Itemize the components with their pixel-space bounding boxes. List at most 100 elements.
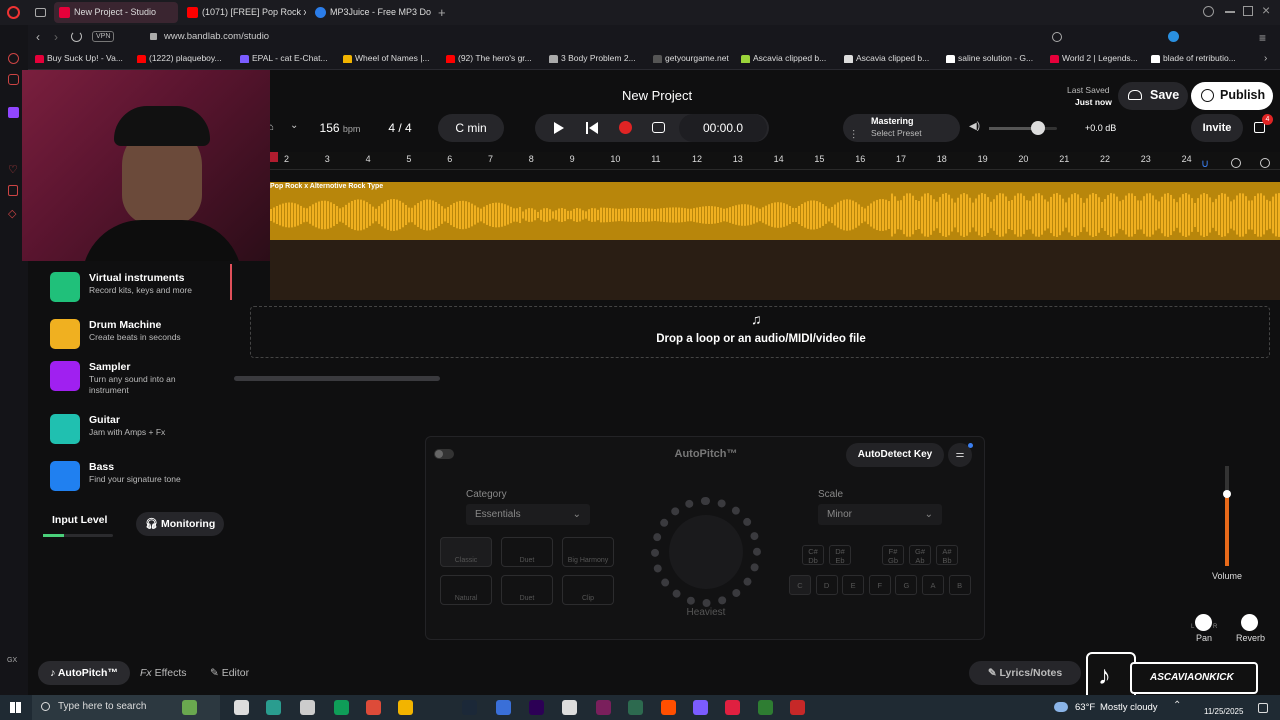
reload-icon[interactable] <box>71 31 82 42</box>
instrument-item[interactable]: Bass Find your signature tone <box>50 457 230 497</box>
save-button[interactable]: Save <box>1118 82 1188 110</box>
tab-youtube[interactable]: (1071) [FREE] Pop Rock x <box>182 2 306 23</box>
loop-button[interactable] <box>652 122 665 133</box>
bookmark-item[interactable]: Wheel of Names |... <box>343 53 441 63</box>
maximize-icon[interactable] <box>1243 6 1253 16</box>
back-icon[interactable]: ‹ <box>36 30 40 44</box>
tab-autopitch[interactable]: ♪ AutoPitch™ <box>38 661 130 685</box>
bookmark-item[interactable]: Ascavia clipped b... <box>741 53 839 63</box>
notifications-icon[interactable] <box>1258 703 1268 713</box>
reverb-knob[interactable] <box>1241 614 1258 631</box>
instrument-item[interactable]: Virtual instruments Record kits, keys and… <box>50 268 230 308</box>
drop-zone[interactable]: ♫ Drop a loop or an audio/MIDI/video fil… <box>250 306 1270 358</box>
time-signature[interactable]: 4 / 4 <box>378 114 422 142</box>
taskbar-app-icon[interactable] <box>790 700 805 715</box>
key-button[interactable]: F <box>868 575 891 595</box>
sharp-key-button[interactable]: D# Eb <box>829 545 851 565</box>
empty-track-lane[interactable] <box>270 240 1280 300</box>
key-selector[interactable]: C min <box>438 114 504 142</box>
autodetect-key-button[interactable]: AutoDetect Key <box>846 443 944 467</box>
sharp-key-button[interactable]: F# Gb <box>882 545 904 565</box>
taskbar-app-icon[interactable] <box>562 700 577 715</box>
timeline-ruler[interactable]: 2 3 4 5 6 7 8 9 10 11 12 13 14 15 16 17 18 19 20 21 22 23 24 <box>268 152 1280 170</box>
taskbar-app-icon[interactable] <box>496 700 511 715</box>
tray-chevron-icon[interactable]: ⌃ <box>1173 700 1181 711</box>
scale-select[interactable]: Minor ⌄ <box>818 504 942 525</box>
record-button[interactable] <box>619 121 632 134</box>
horizontal-scrollbar[interactable] <box>234 376 440 381</box>
taskbar-app-icon[interactable] <box>266 700 281 715</box>
bookmark-item[interactable]: Ascavia clipped b... <box>844 53 941 63</box>
key-button[interactable]: D <box>815 575 838 595</box>
weather-desc[interactable]: Mostly cloudy <box>1100 702 1158 713</box>
invite-button[interactable]: Invite <box>1191 114 1243 142</box>
forward-icon[interactable]: › <box>54 30 58 44</box>
vpn-badge[interactable]: VPN <box>92 31 115 42</box>
instrument-item[interactable]: Drum Machine Create beats in seconds <box>50 315 230 355</box>
key-button[interactable]: A <box>922 575 944 595</box>
taskbar-app-icon[interactable] <box>366 700 381 715</box>
sharp-key-button[interactable]: C# Db <box>802 545 824 565</box>
tab-studio[interactable]: New Project - Studio <box>54 2 178 23</box>
taskbar-app-icon[interactable] <box>661 700 676 715</box>
bookmark-item[interactable]: getyourgame.net <box>653 53 736 63</box>
play-button[interactable] <box>554 122 564 134</box>
mastering-button[interactable]: ⫶ Mastering Select Preset <box>843 114 960 142</box>
history-icon[interactable] <box>8 185 18 196</box>
tab-editor[interactable]: ✎ Editor <box>210 667 249 679</box>
sharp-key-button[interactable]: G# Ab <box>909 545 931 565</box>
taskbar-app-icon[interactable] <box>398 700 413 715</box>
close-window-icon[interactable]: × <box>1262 2 1270 18</box>
taskbar-app-icon[interactable] <box>628 700 643 715</box>
audio-region[interactable]: Pop Rock x Alternotive Rock Type <box>270 182 1280 240</box>
taskbar-app-icon[interactable] <box>334 700 349 715</box>
key-button[interactable]: E <box>842 575 865 595</box>
twitch-icon[interactable] <box>8 107 19 118</box>
bookmark-item[interactable]: (92) The hero's gr... <box>446 53 544 63</box>
weather-temp[interactable]: 63°F <box>1075 702 1095 713</box>
opera-logo-icon[interactable] <box>7 6 20 19</box>
zoom-icon[interactable] <box>1052 32 1062 42</box>
preset-button[interactable]: Duet <box>501 537 553 567</box>
bpm-control[interactable]: 156 bpm <box>308 114 372 142</box>
category-select[interactable]: Essentials ⌄ <box>466 504 590 525</box>
preset-button[interactable]: Clip <box>562 575 614 605</box>
volume-fader[interactable] <box>1223 466 1231 566</box>
key-button[interactable]: C <box>789 575 811 595</box>
taskbar-app-icon[interactable] <box>693 700 708 715</box>
instagram-icon[interactable] <box>8 74 19 85</box>
instrument-item[interactable]: Guitar Jam with Amps + Fx <box>50 410 230 450</box>
speaker-icon[interactable]: ◀) <box>969 121 980 132</box>
instrument-item[interactable]: Sampler Turn any sound into an instrument <box>50 357 230 397</box>
key-button[interactable]: G <box>895 575 918 595</box>
taskbar-app-icon[interactable] <box>596 700 611 715</box>
bookmarks-more-icon[interactable]: › <box>1264 53 1267 64</box>
taskbar-app-icon[interactable] <box>462 700 477 715</box>
settings-icon[interactable]: ◇ <box>8 207 16 220</box>
extensions-icon[interactable] <box>1168 31 1179 42</box>
zoom-in-icon[interactable] <box>1260 158 1270 168</box>
master-volume-knob[interactable] <box>1030 121 1045 135</box>
bookmark-item[interactable]: Buy Suck Up! - Va... <box>35 53 132 63</box>
taskbar-app-icon[interactable] <box>529 700 544 715</box>
bookmark-item[interactable]: EPAL - cat E-Chat... <box>240 53 338 63</box>
taskbar-app-icon[interactable] <box>725 700 740 715</box>
tab-effects[interactable]: Fx Effects <box>140 667 187 679</box>
preset-button[interactable]: Classic <box>440 537 492 567</box>
chevron-down-icon[interactable]: ⌄ <box>290 120 298 131</box>
project-title[interactable]: New Project <box>622 88 692 103</box>
windows-start-icon[interactable] <box>10 702 21 713</box>
publish-button[interactable]: Publish <box>1191 82 1273 110</box>
pan-knob[interactable] <box>1195 614 1212 631</box>
url-field[interactable]: www.bandlab.com/studio <box>164 31 269 42</box>
clock-date[interactable]: 11/25/2025 <box>1204 707 1243 716</box>
tab-mp3juice[interactable]: MP3Juice - Free MP3 Do <box>310 2 434 23</box>
bookmark-item[interactable]: 3 Body Problem 2... <box>549 53 648 63</box>
bookmark-item[interactable]: World 2 | Legends... <box>1050 53 1146 63</box>
bookmark-item[interactable]: (1222) plaqueboy... <box>137 53 235 63</box>
volume-fader-knob[interactable] <box>1223 490 1231 498</box>
messenger-icon[interactable] <box>8 53 19 64</box>
preset-button[interactable]: Duet <box>501 575 553 605</box>
lyrics-notes-button[interactable]: ✎ Lyrics/Notes <box>969 661 1081 685</box>
sharp-key-button[interactable]: A# Bb <box>936 545 958 565</box>
